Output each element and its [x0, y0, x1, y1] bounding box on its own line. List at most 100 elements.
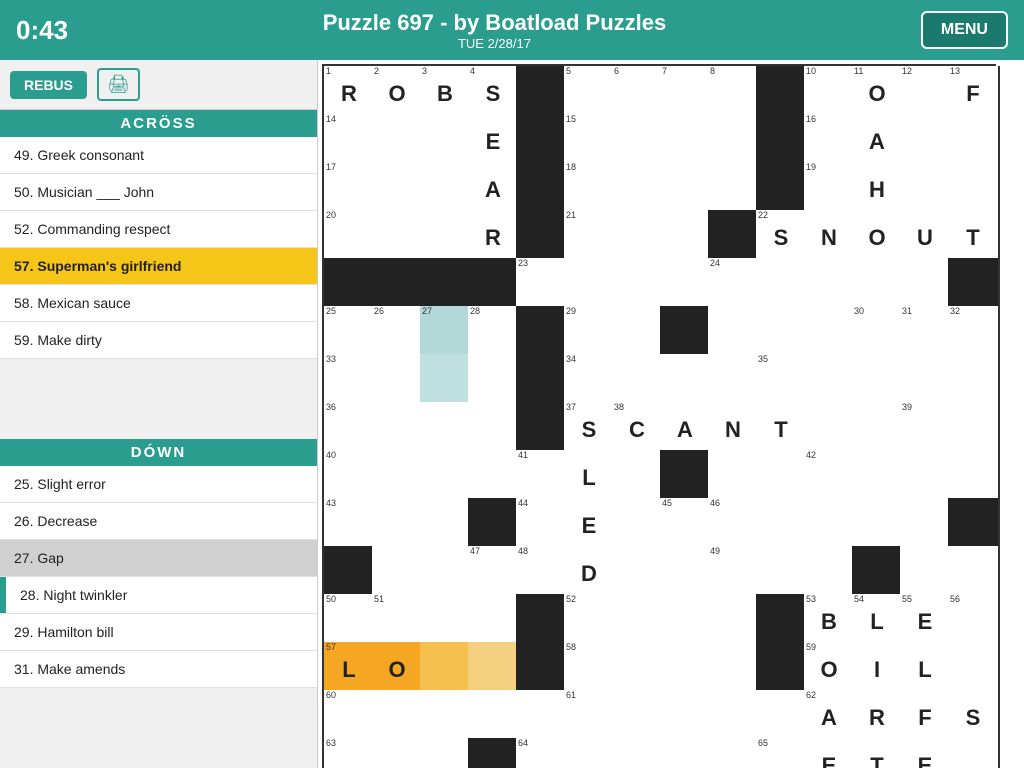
grid-cell[interactable]: [852, 546, 904, 598]
grid-cell[interactable]: [660, 210, 712, 262]
grid-cell[interactable]: 32: [948, 306, 1000, 358]
grid-cell[interactable]: [468, 258, 520, 310]
grid-cell[interactable]: [756, 546, 808, 598]
rebus-button[interactable]: REBUS: [10, 71, 87, 99]
grid-cell[interactable]: [948, 162, 1000, 214]
grid-cell[interactable]: [468, 690, 520, 742]
grid-cell[interactable]: N: [708, 402, 760, 454]
grid-cell[interactable]: [852, 354, 904, 406]
grid-cell[interactable]: [420, 498, 472, 550]
grid-cell[interactable]: 14: [324, 114, 376, 166]
grid-cell[interactable]: [612, 642, 664, 694]
grid-cell[interactable]: 34: [564, 354, 616, 406]
grid-cell[interactable]: T: [852, 738, 904, 768]
grid-cell[interactable]: [420, 258, 472, 310]
grid-cell[interactable]: [756, 306, 808, 358]
grid-cell[interactable]: E: [468, 114, 520, 166]
across-clue-57[interactable]: 57. Superman's girlfriend: [0, 248, 317, 285]
grid-cell[interactable]: 50: [324, 594, 376, 646]
grid-cell[interactable]: [372, 498, 424, 550]
grid-cell[interactable]: [948, 402, 1000, 454]
grid-cell[interactable]: R: [852, 690, 904, 742]
grid-cell[interactable]: 40: [324, 450, 376, 502]
grid-cell[interactable]: [612, 498, 664, 550]
grid-cell[interactable]: 4S: [468, 66, 520, 118]
grid-cell[interactable]: 36: [324, 402, 376, 454]
grid-cell[interactable]: [708, 114, 760, 166]
grid-cell[interactable]: [756, 690, 808, 742]
grid-cell[interactable]: [948, 738, 1000, 768]
grid-cell[interactable]: [372, 162, 424, 214]
grid-cell[interactable]: D: [564, 546, 616, 598]
grid-cell[interactable]: [612, 162, 664, 214]
grid-cell[interactable]: [420, 450, 472, 502]
grid-cell[interactable]: 44: [516, 498, 568, 550]
menu-button[interactable]: MENU: [921, 11, 1008, 49]
grid-cell[interactable]: [660, 114, 712, 166]
grid-cell[interactable]: [612, 546, 664, 598]
grid-cell[interactable]: 47: [468, 546, 520, 598]
grid-cell[interactable]: [900, 354, 952, 406]
print-button[interactable]: 🖨: [97, 68, 140, 101]
grid-cell[interactable]: [420, 354, 472, 406]
grid-cell[interactable]: 61: [564, 690, 616, 742]
grid-cell[interactable]: 57L: [324, 642, 376, 694]
grid-cell[interactable]: [612, 594, 664, 646]
grid-cell[interactable]: [804, 402, 856, 454]
grid-cell[interactable]: 59O: [804, 642, 856, 694]
grid-cell[interactable]: 5: [564, 66, 616, 118]
grid-cell[interactable]: [660, 642, 712, 694]
grid-cell[interactable]: [516, 114, 568, 166]
grid-cell[interactable]: 6: [612, 66, 664, 118]
grid-cell[interactable]: 11O: [852, 66, 904, 118]
grid-cell[interactable]: [660, 354, 712, 406]
grid-cell[interactable]: H: [852, 162, 904, 214]
grid-cell[interactable]: 26: [372, 306, 424, 358]
grid-cell[interactable]: [804, 354, 856, 406]
grid-cell[interactable]: A: [660, 402, 712, 454]
grid-cell[interactable]: [708, 306, 760, 358]
grid-cell[interactable]: [372, 258, 424, 310]
grid-cell[interactable]: 27: [420, 306, 472, 358]
grid-cell[interactable]: [948, 546, 1000, 598]
across-clue-58[interactable]: 58. Mexican sauce: [0, 285, 317, 322]
grid-cell[interactable]: [660, 546, 712, 598]
crossword-grid[interactable]: 1R2O3B4S56781011O1213F14E1516A17A1819H20…: [322, 64, 996, 768]
grid-cell[interactable]: [324, 546, 376, 598]
grid-cell[interactable]: L: [900, 642, 952, 694]
grid-cell[interactable]: 52: [564, 594, 616, 646]
grid-cell[interactable]: [612, 258, 664, 310]
grid-cell[interactable]: [468, 642, 520, 694]
grid-cell[interactable]: 42: [804, 450, 856, 502]
grid-cell[interactable]: [420, 162, 472, 214]
grid-cell[interactable]: [708, 210, 760, 262]
grid-cell[interactable]: [804, 306, 856, 358]
down-clue-31[interactable]: 31. Make amends: [0, 651, 317, 688]
grid-cell[interactable]: [804, 498, 856, 550]
grid-cell[interactable]: 30: [852, 306, 904, 358]
grid-cell[interactable]: 3B: [420, 66, 472, 118]
grid-cell[interactable]: 28: [468, 306, 520, 358]
grid-cell[interactable]: [420, 690, 472, 742]
across-clue-52[interactable]: 52. Commanding respect: [0, 211, 317, 248]
grid-cell[interactable]: [612, 450, 664, 502]
grid-cell[interactable]: 13F: [948, 66, 1000, 118]
grid-cell[interactable]: [852, 258, 904, 310]
grid-cell[interactable]: 58: [564, 642, 616, 694]
grid-cell[interactable]: 45: [660, 498, 712, 550]
grid-cell[interactable]: U: [900, 210, 952, 262]
grid-cell[interactable]: [468, 498, 520, 550]
grid-cell[interactable]: [756, 450, 808, 502]
grid-cell[interactable]: 49: [708, 546, 760, 598]
grid-cell[interactable]: [660, 450, 712, 502]
down-clue-25[interactable]: 25. Slight error: [0, 466, 317, 503]
grid-cell[interactable]: 17: [324, 162, 376, 214]
grid-cell[interactable]: [660, 738, 712, 768]
grid-cell[interactable]: [756, 258, 808, 310]
down-clue-27[interactable]: 27. Gap: [0, 540, 317, 577]
grid-cell[interactable]: [804, 546, 856, 598]
grid-cell[interactable]: [468, 738, 520, 768]
grid-cell[interactable]: 20: [324, 210, 376, 262]
grid-cell[interactable]: [756, 594, 808, 646]
across-clue-49[interactable]: 49. Greek consonant: [0, 137, 317, 174]
